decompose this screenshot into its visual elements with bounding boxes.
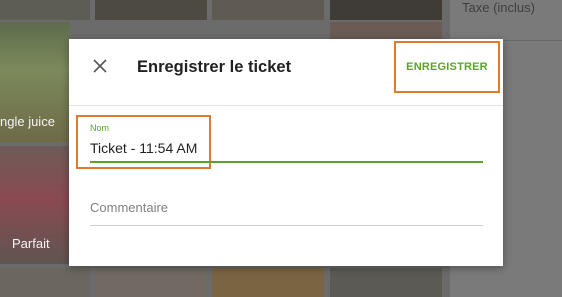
product-tile-parfait: Parfait [0,146,70,264]
product-tile [330,268,442,297]
name-input[interactable] [90,140,470,156]
comment-input-underline [90,225,483,226]
tile-label-parfait: Parfait [12,236,50,251]
tile-label-juice: ngle juice [0,114,55,129]
product-tile [330,0,442,20]
product-tile [330,22,442,39]
product-tile [212,268,324,297]
divider [69,105,503,106]
product-tile [95,268,207,297]
product-tile [212,0,324,20]
dialog-title: Enregistrer le ticket [137,58,292,76]
name-field-label: Nom [90,123,110,133]
close-button[interactable] [89,55,111,77]
product-tile [0,268,90,297]
save-button[interactable]: ENREGISTRER [394,41,500,93]
save-ticket-dialog: Enregistrer le ticket ENREGISTRER Nom [69,39,503,266]
close-icon [93,59,107,73]
product-tile-juice: ngle juice [0,22,70,142]
tax-label: Taxe (inclus) [462,0,535,15]
comment-input[interactable] [90,200,480,215]
product-tile [95,0,207,20]
name-input-underline [90,161,483,163]
product-tile [0,0,90,20]
